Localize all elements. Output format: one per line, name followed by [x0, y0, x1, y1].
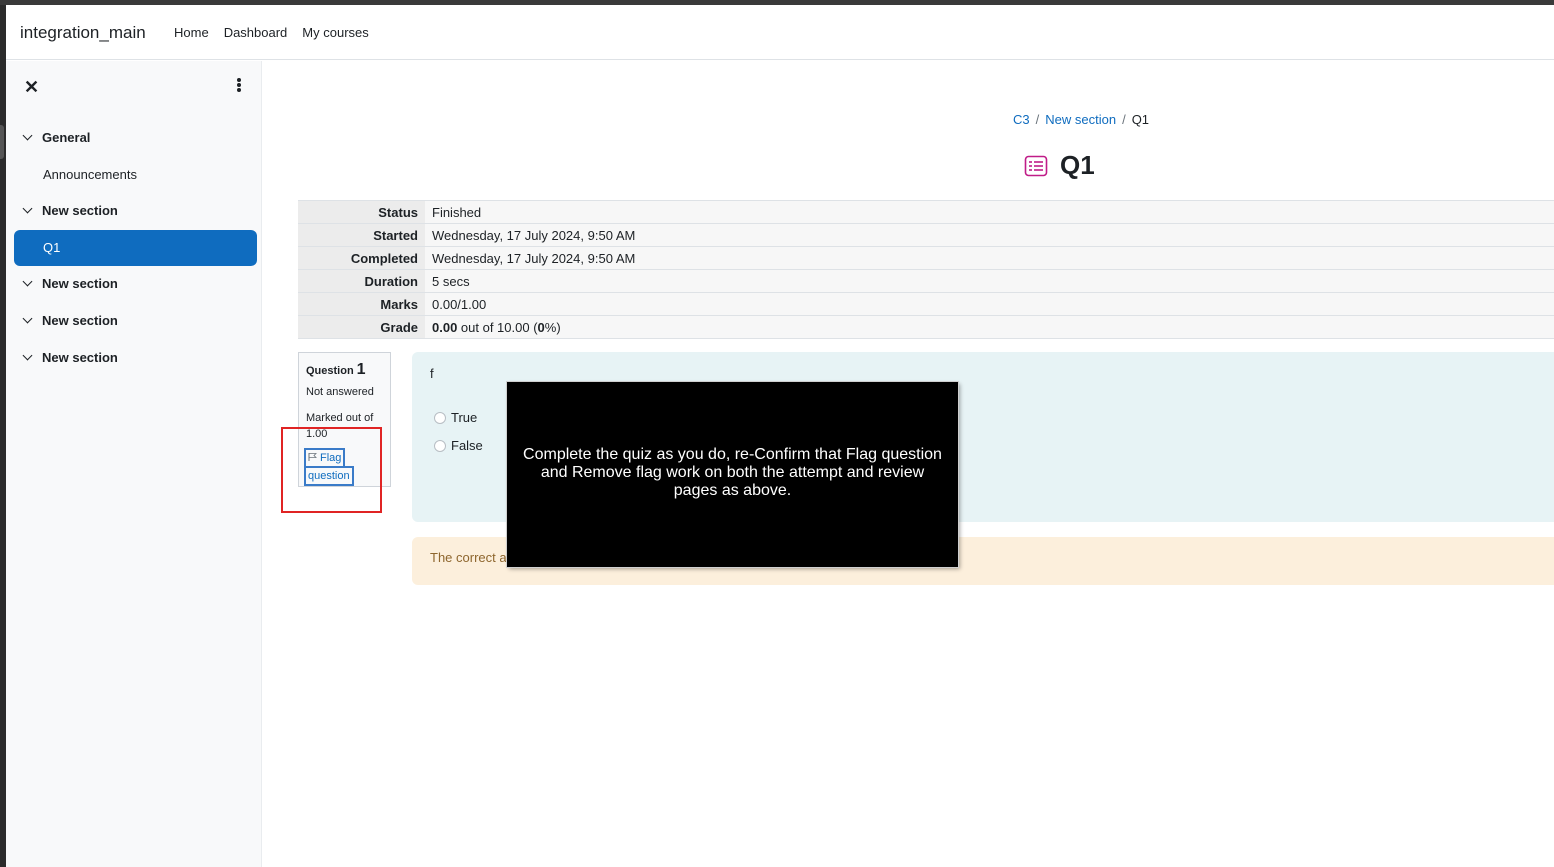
item-announcements[interactable]: Announcements	[43, 167, 137, 182]
grade-value: 0.00 out of 10.00 (0%)	[425, 315, 1554, 339]
section-new-1[interactable]: New section	[22, 203, 118, 218]
item-q1-active[interactable]: Q1	[14, 230, 257, 266]
nav-home[interactable]: Home	[174, 25, 209, 40]
nav-dashboard[interactable]: Dashboard	[224, 25, 288, 40]
option-true[interactable]: True	[434, 410, 477, 425]
site-brand[interactable]: integration_main	[20, 23, 146, 43]
section-new-3[interactable]: New section	[22, 313, 118, 328]
chevron-down-icon	[22, 350, 33, 361]
breadcrumb-new-section[interactable]: New section	[1045, 112, 1116, 127]
section-label: New section	[42, 350, 118, 365]
row-label: Completed	[298, 246, 425, 270]
top-navbar: integration_main Home Dashboard My cours…	[6, 5, 1554, 60]
row-label: Started	[298, 223, 425, 247]
edge-handle	[0, 125, 4, 159]
primary-nav: Home Dashboard My courses	[174, 25, 369, 40]
row-label: Status	[298, 200, 425, 224]
row-label: Duration	[298, 269, 425, 293]
chevron-down-icon	[22, 276, 33, 287]
chevron-down-icon	[22, 313, 33, 324]
table-row: Status Finished	[298, 200, 1554, 224]
grade-score: 0.00	[432, 319, 458, 335]
close-drawer-icon[interactable]: ✕	[24, 77, 39, 98]
radio-false[interactable]	[434, 439, 446, 452]
table-row: Duration 5 secs	[298, 269, 1554, 293]
grade-mid: out of 10.00 (	[457, 319, 538, 335]
breadcrumb: C3 / New section / Q1	[1013, 112, 1149, 127]
table-row: Marks 0.00/1.00	[298, 292, 1554, 316]
instruction-overlay: Complete the quiz as you do, re-Confirm …	[506, 381, 959, 568]
row-value: Wednesday, 17 July 2024, 9:50 AM	[425, 223, 1554, 247]
breadcrumb-current: Q1	[1131, 112, 1150, 127]
radio-true[interactable]	[434, 411, 446, 424]
table-row: Started Wednesday, 17 July 2024, 9:50 AM	[298, 223, 1554, 247]
page-header: Q1	[1024, 150, 1095, 181]
breadcrumb-separator: /	[1122, 112, 1126, 127]
row-label: Grade	[298, 315, 425, 339]
row-value: Finished	[425, 200, 1554, 224]
more-options-icon[interactable]	[232, 78, 246, 96]
grade-end: %)	[544, 319, 561, 335]
page-title: Q1	[1060, 150, 1095, 180]
question-label: Question	[306, 365, 354, 377]
question-number: Question 1	[306, 361, 366, 379]
annotation-highlight-box	[281, 427, 382, 513]
item-label: Q1	[43, 240, 61, 255]
option-false[interactable]: False	[434, 438, 483, 453]
section-new-4[interactable]: New section	[22, 350, 118, 365]
table-row: Grade 0.00 out of 10.00 (0%)	[298, 315, 1554, 339]
question-number-value: 1	[356, 361, 366, 378]
section-label: General	[42, 130, 91, 145]
question-state: Not answered	[306, 386, 374, 398]
breadcrumb-separator: /	[1035, 112, 1040, 127]
option-label: False	[451, 438, 483, 453]
row-label: Marks	[298, 292, 425, 316]
breadcrumb-c3[interactable]: C3	[1013, 112, 1030, 127]
section-general[interactable]: General	[22, 130, 91, 145]
row-value: Wednesday, 17 July 2024, 9:50 AM	[425, 246, 1554, 270]
nav-my-courses[interactable]: My courses	[302, 25, 368, 40]
grade-percent: 0	[537, 319, 545, 335]
feedback-text: The correct a	[430, 550, 507, 565]
course-index-drawer: ✕ General Announcements New section Q1 N…	[6, 61, 262, 867]
section-new-2[interactable]: New section	[22, 276, 118, 291]
chevron-down-icon	[22, 203, 33, 214]
attempt-summary-table: Status Finished Started Wednesday, 17 Ju…	[298, 200, 1554, 339]
table-row: Completed Wednesday, 17 July 2024, 9:50 …	[298, 246, 1554, 270]
row-value: 0.00/1.00	[425, 292, 1554, 316]
row-value: 5 secs	[425, 269, 1554, 293]
overlay-text: Complete the quiz as you do, re-Confirm …	[523, 446, 942, 499]
section-label: New section	[42, 276, 118, 291]
option-label: True	[451, 410, 478, 425]
section-label: New section	[42, 203, 118, 218]
question-text: f	[430, 366, 434, 381]
quiz-icon	[1024, 155, 1048, 176]
chevron-down-icon	[22, 130, 33, 141]
section-label: New section	[42, 313, 118, 328]
